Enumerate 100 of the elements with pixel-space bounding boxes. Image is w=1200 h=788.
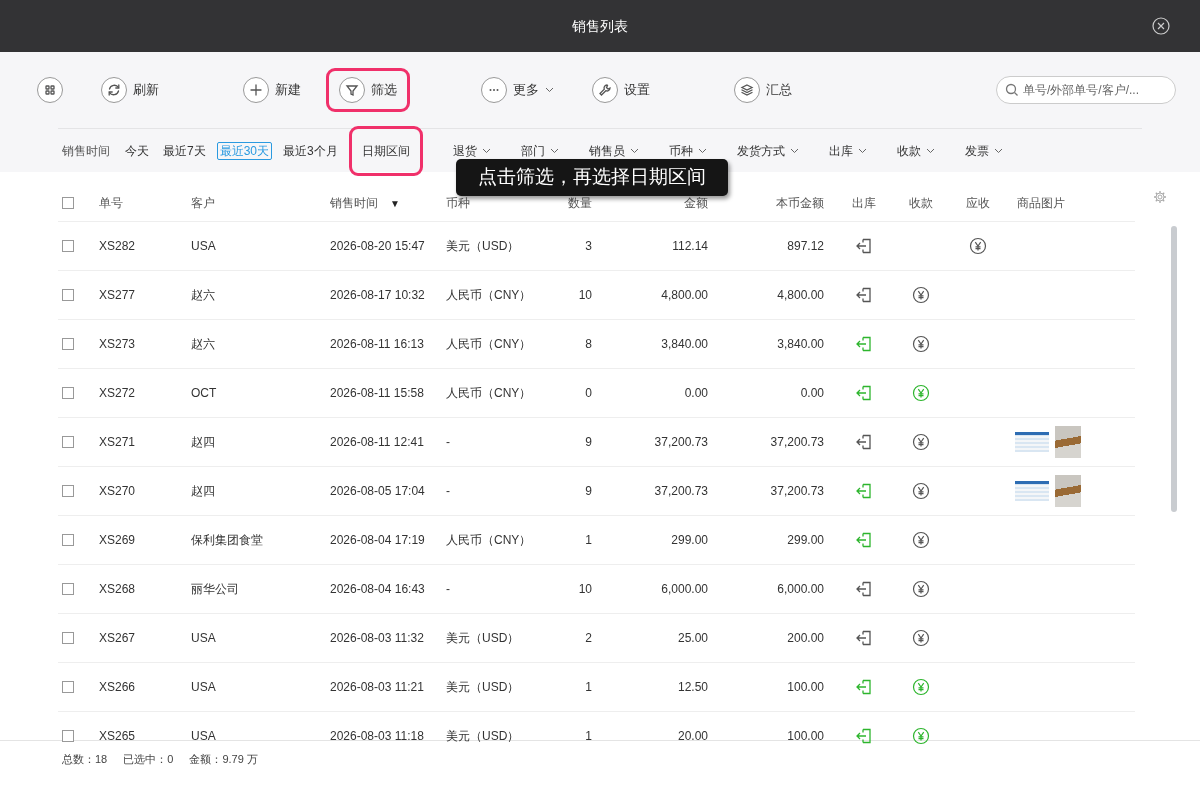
- order-number: XS268: [99, 582, 136, 596]
- yen-icon[interactable]: [912, 531, 930, 549]
- scrollbar[interactable]: [1171, 226, 1177, 512]
- quantity: 0: [585, 386, 592, 400]
- exit-arrow-icon[interactable]: [855, 629, 873, 647]
- checkbox[interactable]: [62, 534, 74, 546]
- toolbar-button[interactable]: 新建: [230, 68, 314, 112]
- date-range-option[interactable]: 日期区间: [348, 125, 423, 176]
- customer-name: 赵四: [191, 435, 215, 449]
- sale-time: 2026-08-20 15:47: [330, 239, 425, 253]
- order-number: XS271: [99, 435, 136, 449]
- chevron-down-icon: [549, 147, 559, 154]
- amount: 3,840.00: [661, 337, 708, 351]
- sort-indicator[interactable]: ▼: [390, 197, 400, 209]
- summary-stat: 总数：18: [62, 752, 108, 768]
- checkbox[interactable]: [62, 730, 74, 742]
- yen-icon[interactable]: [912, 580, 930, 598]
- base-amount: 200.00: [787, 631, 824, 645]
- search-field[interactable]: 单号/外部单号/客户/...: [996, 76, 1176, 104]
- column-header[interactable]: 本币金额: [776, 195, 824, 210]
- checkbox[interactable]: [62, 632, 74, 644]
- checkbox[interactable]: [62, 196, 74, 209]
- grid-icon: [37, 77, 63, 103]
- checkbox[interactable]: [62, 436, 74, 448]
- spreadsheet-thumbnail[interactable]: [1015, 432, 1049, 452]
- amount: 25.00: [677, 631, 708, 645]
- date-range-option[interactable]: 最近7天: [160, 141, 209, 160]
- quantity: 9: [585, 484, 592, 498]
- amount: 20.00: [677, 729, 708, 743]
- column-header[interactable]: 出库: [852, 193, 876, 212]
- sale-time: 2026-08-03 11:21: [330, 680, 424, 694]
- layers-icon: [734, 77, 760, 103]
- filter-dropdown[interactable]: 退货: [452, 141, 491, 160]
- chevron-down-icon: [697, 147, 707, 154]
- filter-dropdown[interactable]: 收款: [896, 141, 935, 160]
- customer-name: 保利集团食堂: [191, 533, 263, 547]
- filter-dropdown[interactable]: 发票: [964, 141, 1003, 160]
- window-title: 销售列表: [572, 16, 628, 36]
- hint-tooltip: 点击筛选，再选择日期区间: [456, 159, 728, 196]
- yen-icon[interactable]: [912, 482, 930, 500]
- column-header[interactable]: 收款: [909, 193, 933, 212]
- yen-icon[interactable]: [912, 629, 930, 647]
- photo-placeholder[interactable]: [1055, 475, 1081, 507]
- checkbox[interactable]: [62, 240, 74, 252]
- order-number: XS272: [99, 386, 136, 400]
- filter-dropdown[interactable]: 币种: [668, 141, 707, 160]
- column-header[interactable]: 客户: [191, 195, 215, 210]
- funnel-icon: [339, 77, 365, 103]
- sale-time: 2026-08-04 17:19: [330, 533, 425, 547]
- column-header[interactable]: 应收: [966, 193, 990, 212]
- column-header[interactable]: 数量: [568, 195, 592, 210]
- yen-icon[interactable]: [912, 433, 930, 451]
- toolbar-button[interactable]: 设置: [579, 68, 663, 112]
- checkbox[interactable]: [62, 387, 74, 399]
- amount: 37,200.73: [654, 484, 708, 498]
- checkbox[interactable]: [62, 289, 74, 301]
- exit-arrow-icon[interactable]: [855, 580, 873, 598]
- checkbox[interactable]: [62, 583, 74, 595]
- checkbox[interactable]: [62, 338, 74, 350]
- currency: 人民币（CNY）: [446, 288, 532, 302]
- currency: 人民币（CNY）: [446, 533, 532, 547]
- amount: 12.50: [677, 680, 708, 694]
- base-amount: 6,000.00: [777, 582, 824, 596]
- filter-label: 销售时间: [62, 142, 110, 160]
- column-header[interactable]: 单号: [99, 195, 123, 210]
- chevron-down-icon: [925, 147, 935, 154]
- date-range-option[interactable]: 最近3个月: [280, 141, 341, 160]
- plus-icon: [243, 77, 269, 103]
- search-icon: [1005, 83, 1019, 97]
- close-icon[interactable]: [1152, 17, 1170, 35]
- spreadsheet-thumbnail[interactable]: [1015, 481, 1049, 501]
- yen-icon[interactable]: [969, 237, 987, 255]
- filter-dropdown[interactable]: 出库: [828, 141, 867, 160]
- summary-stat: 已选中：0: [123, 752, 174, 768]
- base-amount: 37,200.73: [770, 435, 824, 449]
- photo-placeholder[interactable]: [1055, 426, 1081, 458]
- amount: 0.00: [684, 386, 708, 400]
- exit-arrow-icon[interactable]: [855, 433, 873, 451]
- toolbar-button[interactable]: 刷新: [88, 68, 172, 112]
- filter-dropdown[interactable]: 销售员: [588, 141, 639, 160]
- date-range-option[interactable]: 今天: [122, 141, 152, 160]
- customer-name: OCT: [191, 386, 217, 400]
- column-header[interactable]: 金额: [684, 195, 708, 210]
- exit-arrow-icon[interactable]: [855, 286, 873, 304]
- toolbar-button[interactable]: 更多: [468, 68, 567, 112]
- settings-icon[interactable]: [1153, 190, 1167, 204]
- yen-icon[interactable]: [912, 335, 930, 353]
- checkbox[interactable]: [62, 681, 74, 693]
- column-header[interactable]: 商品图片: [1017, 195, 1065, 210]
- toolbar-button[interactable]: 汇总: [721, 68, 805, 112]
- filter-dropdown[interactable]: 部门: [520, 141, 559, 160]
- toolbar-button[interactable]: 筛选: [326, 68, 410, 112]
- yen-icon[interactable]: [912, 286, 930, 304]
- exit-arrow-icon[interactable]: [855, 237, 873, 255]
- quantity: 10: [578, 288, 592, 302]
- filter-dropdown[interactable]: 发货方式: [736, 141, 799, 160]
- order-number: XS266: [99, 680, 136, 694]
- checkbox[interactable]: [62, 485, 74, 497]
- column-header[interactable]: 销售时间: [330, 195, 378, 210]
- column-header[interactable]: 币种: [446, 195, 470, 210]
